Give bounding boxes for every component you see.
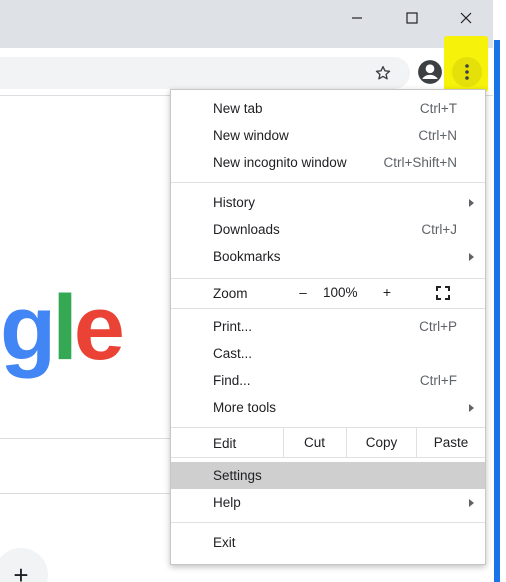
menu-item-more-tools[interactable]: More tools [171,394,485,421]
menu-item-shortcut: Ctrl+F [419,373,457,388]
zoom-label: Zoom [213,286,248,301]
menu-button[interactable] [452,57,482,87]
logo-letter-l: l [52,277,77,379]
menu-item-history[interactable]: History [171,189,485,216]
submenu-arrow-icon [469,403,474,412]
maximize-icon [406,12,418,24]
minimize-icon [352,17,362,19]
fullscreen-button[interactable] [435,285,455,303]
zoom-level: 100% [323,285,358,300]
menu-item-label: Help [213,495,241,510]
page-divider [0,493,172,494]
paste-button[interactable]: Paste [416,428,485,457]
menu-item-shortcut: Ctrl+N [418,128,457,143]
menu-item-label: Cast... [213,346,253,361]
menu-item-shortcut: Ctrl+P [419,319,457,334]
menu-item-label: New tab [213,101,263,116]
menu-item-print[interactable]: Print... Ctrl+P [171,313,485,340]
edit-label: Edit [213,436,237,451]
menu-item-label: Print... [213,319,253,334]
menu-item-label: More tools [213,400,277,415]
menu-item-help[interactable]: Help [171,489,485,516]
more-vert-icon [465,64,469,80]
menu-item-label: New window [213,128,289,143]
plus-icon: + [13,560,29,582]
menu-item-new-tab[interactable]: New tab Ctrl+T [171,95,485,122]
close-icon [460,12,472,24]
cut-button[interactable]: Cut [283,428,345,457]
menu-item-label: Find... [213,373,251,388]
zoom-in-button[interactable]: + [379,284,395,300]
menu-item-shortcut: Ctrl+Shift+N [383,155,457,170]
menu-separator [171,182,485,183]
chrome-menu: New tab Ctrl+T New window Ctrl+N New inc… [170,89,486,565]
window-edge [493,0,506,582]
add-shortcut-button[interactable]: + [0,548,48,582]
menu-item-label: Exit [213,535,236,550]
menu-item-settings[interactable]: Settings [171,462,485,489]
menu-item-find[interactable]: Find... Ctrl+F [171,367,485,394]
menu-item-label: Bookmarks [213,249,281,264]
close-button[interactable] [449,4,483,32]
logo-letter-g: g [0,277,56,379]
menu-item-label: Downloads [213,222,280,237]
menu-item-bookmarks[interactable]: Bookmarks [171,243,485,270]
logo-letter-e: e [73,277,125,379]
zoom-out-button[interactable]: – [295,285,311,300]
fullscreen-icon [436,286,450,300]
menu-separator [171,522,485,523]
maximize-button[interactable] [395,4,429,32]
menu-item-label: Settings [213,468,262,483]
title-bar [0,0,493,48]
minimize-button[interactable] [340,4,374,32]
menu-item-new-incognito-window[interactable]: New incognito window Ctrl+Shift+N [171,149,485,176]
browser-window: gle + New tab Ctrl+T New window Ctrl+N N… [0,0,506,582]
page-divider [0,438,172,439]
google-logo: gle [0,282,125,374]
account-circle-icon [418,60,442,84]
menu-item-exit[interactable]: Exit [171,529,485,556]
menu-item-label: New incognito window [213,155,347,170]
menu-item-shortcut: Ctrl+T [419,101,457,116]
menu-item-cast[interactable]: Cast... [171,340,485,367]
menu-item-shortcut: Ctrl+J [421,222,457,237]
submenu-arrow-icon [469,198,474,207]
profile-button[interactable] [414,56,446,88]
bookmark-star-button[interactable] [369,57,397,89]
edit-row: Edit Cut Copy Paste [171,427,485,458]
submenu-arrow-icon [469,498,474,507]
menu-item-downloads[interactable]: Downloads Ctrl+J [171,216,485,243]
menu-item-label: History [213,195,256,210]
menu-item-new-window[interactable]: New window Ctrl+N [171,122,485,149]
submenu-arrow-icon [469,252,474,261]
copy-button[interactable]: Copy [346,428,416,457]
zoom-row: Zoom – 100% + [171,278,485,309]
address-bar[interactable] [0,57,410,89]
star-outline-icon [375,65,391,80]
